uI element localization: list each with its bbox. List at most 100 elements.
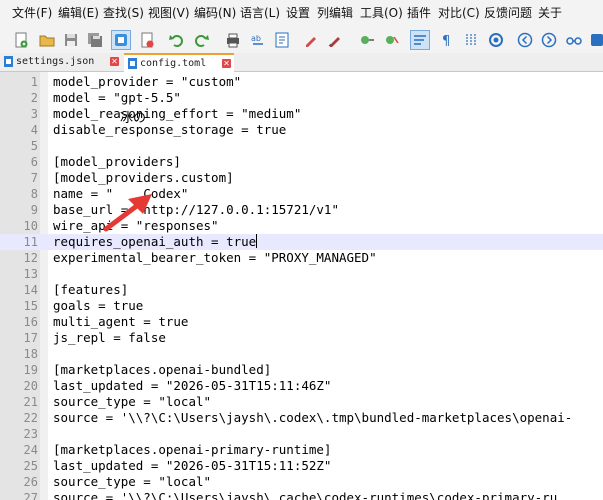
- line-number: 18: [23, 347, 38, 361]
- zoom-out-icon[interactable]: [326, 31, 344, 49]
- menu-column-edit[interactable]: 列编辑: [317, 6, 353, 20]
- zoom-in-icon[interactable]: [302, 31, 320, 49]
- tab-close-button[interactable]: ✕: [222, 59, 231, 68]
- code-text[interactable]: source_type = "local": [53, 474, 211, 490]
- code-text[interactable]: model_reasoning_effort = "medium": [53, 106, 301, 122]
- code-text[interactable]: model = "gpt-5.5": [53, 90, 181, 106]
- code-line[interactable]: 22 source = '\\?\C:\Users\jaysh\.codex\.t…: [0, 410, 603, 426]
- code-text[interactable]: [model_providers]: [53, 154, 181, 170]
- redo-icon[interactable]: [192, 31, 210, 49]
- menu-find[interactable]: 查找(S): [103, 6, 144, 20]
- code-text[interactable]: goals = true: [53, 298, 143, 314]
- code-text[interactable]: base_url = "http://127.0.0.1:15721/v1": [53, 202, 339, 218]
- code-line[interactable]: 21 source_type = "local": [0, 394, 603, 410]
- code-line[interactable]: 16 multi_agent = true: [0, 314, 603, 330]
- print-icon[interactable]: [224, 31, 242, 49]
- code-text[interactable]: [marketplaces.openai-primary-runtime]: [53, 442, 331, 458]
- code-text[interactable]: multi_agent = true: [53, 314, 188, 330]
- code-line[interactable]: 20 last_updated = "2026-05-31T15:11:46Z": [0, 378, 603, 394]
- code-text[interactable]: js_repl = false: [53, 330, 166, 346]
- code-line[interactable]: 8 name = " Codex": [0, 186, 603, 202]
- menu-compare[interactable]: 对比(C): [438, 6, 480, 20]
- close-icon[interactable]: [111, 30, 131, 50]
- code-line[interactable]: 23: [0, 426, 603, 442]
- code-line[interactable]: 6 [model_providers]: [0, 154, 603, 170]
- paste-icon[interactable]: [383, 31, 401, 49]
- tab-label: config.toml: [140, 58, 207, 69]
- code-text[interactable]: [model_providers.custom]: [53, 170, 234, 186]
- code-line[interactable]: 24 [marketplaces.openai-primary-runtime]: [0, 442, 603, 458]
- code-text[interactable]: source = '\\?\C:\Users\jaysh\.cache\code…: [53, 490, 557, 500]
- code-text[interactable]: requires_openai_auth = true: [53, 234, 258, 250]
- macro-record-icon[interactable]: [487, 31, 505, 49]
- cut-icon[interactable]: [358, 31, 376, 49]
- menu-view[interactable]: 视图(V): [148, 6, 190, 20]
- code-line[interactable]: 7 [model_providers.custom]: [0, 170, 603, 186]
- tab-close-button[interactable]: ✕: [110, 57, 119, 66]
- line-number: 14: [23, 283, 38, 297]
- code-line[interactable]: 19 [marketplaces.openai-bundled]: [0, 362, 603, 378]
- show-all-chars-icon[interactable]: ¶: [437, 31, 455, 49]
- new-file-icon[interactable]: [12, 31, 30, 49]
- macro-forward-icon[interactable]: [540, 31, 558, 49]
- tab-config-toml[interactable]: config.toml ✕: [124, 53, 234, 72]
- indent-guide-icon[interactable]: [462, 31, 480, 49]
- menu-feedback[interactable]: 反馈问题: [484, 6, 532, 20]
- open-file-icon[interactable]: [38, 31, 56, 49]
- line-number: 12: [23, 251, 38, 265]
- save-all-icon[interactable]: [86, 31, 104, 49]
- code-text[interactable]: last_updated = "2026-05-31T15:11:52Z": [53, 458, 331, 474]
- menu-file[interactable]: 文件(F): [12, 6, 52, 20]
- code-line[interactable]: 17 js_repl = false: [0, 330, 603, 346]
- code-text[interactable]: name = " Codex": [53, 186, 188, 202]
- find-icon[interactable]: ab: [249, 31, 267, 49]
- menu-edit[interactable]: 编辑(E): [58, 6, 99, 20]
- code-line[interactable]: 14 [features]: [0, 282, 603, 298]
- line-number: 13: [23, 267, 38, 281]
- code-text[interactable]: last_updated = "2026-05-31T15:11:46Z": [53, 378, 331, 394]
- wrap-icon[interactable]: [410, 30, 430, 50]
- code-line[interactable]: 4 disable_response_storage = true: [0, 122, 603, 138]
- menu-tools[interactable]: 工具(O): [360, 6, 403, 20]
- code-text[interactable]: [features]: [53, 282, 128, 298]
- annotation-text: 冰の: [120, 111, 147, 126]
- code-text[interactable]: model_provider = "custom": [53, 74, 241, 90]
- code-line[interactable]: 10 wire_api = "responses": [0, 218, 603, 234]
- code-line[interactable]: 13: [0, 266, 603, 282]
- text-caret: [256, 234, 258, 248]
- code-line[interactable]: 3 model_reasoning_effort = "medium": [0, 106, 603, 122]
- line-number: 26: [23, 475, 38, 489]
- code-text[interactable]: source = '\\?\C:\Users\jaysh\.codex\.tmp…: [53, 410, 572, 426]
- code-line[interactable]: 18: [0, 346, 603, 362]
- code-line[interactable]: 25 last_updated = "2026-05-31T15:11:52Z": [0, 458, 603, 474]
- macro-save-icon[interactable]: [588, 31, 603, 49]
- replace-icon[interactable]: [273, 31, 291, 49]
- code-line[interactable]: 9 base_url = "http://127.0.0.1:15721/v1": [0, 202, 603, 218]
- menu-language[interactable]: 语言(L): [240, 6, 280, 20]
- code-text[interactable]: [marketplaces.openai-bundled]: [53, 362, 271, 378]
- file-icon: [127, 58, 138, 69]
- code-text[interactable]: experimental_bearer_token = "PROXY_MANAG…: [53, 250, 377, 266]
- code-editor[interactable]: 1 model_provider = "custom" 2 model = "gpt-…: [0, 72, 603, 500]
- macro-play-icon[interactable]: [565, 31, 583, 49]
- code-line[interactable]: 1 model_provider = "custom": [0, 74, 603, 90]
- macro-back-icon[interactable]: [516, 31, 534, 49]
- code-line[interactable]: 5: [0, 138, 603, 154]
- code-line[interactable]: 27 source = '\\?\C:\Users\jaysh\.cache\co…: [0, 490, 603, 500]
- menu-about[interactable]: 关于: [538, 6, 562, 20]
- undo-icon[interactable]: [168, 31, 186, 49]
- menu-settings[interactable]: 设置: [286, 6, 310, 20]
- menu-encoding[interactable]: 编码(N): [194, 6, 236, 20]
- code-text[interactable]: source_type = "local": [53, 394, 211, 410]
- code-line[interactable]: 2 model = "gpt-5.5": [0, 90, 603, 106]
- code-text[interactable]: wire_api = "responses": [53, 218, 219, 234]
- code-text[interactable]: disable_response_storage = true: [53, 122, 286, 138]
- save-icon[interactable]: [62, 31, 80, 49]
- code-line[interactable]: 15 goals = true: [0, 298, 603, 314]
- code-line[interactable]: 12 experimental_bearer_token = "PROXY_MAN…: [0, 250, 603, 266]
- code-line[interactable]: 11 requires_openai_auth = true: [0, 234, 603, 250]
- menu-plugins[interactable]: 插件: [407, 6, 431, 20]
- code-line[interactable]: 26 source_type = "local": [0, 474, 603, 490]
- tab-settings-json[interactable]: settings.json ✕: [0, 53, 122, 71]
- close-all-icon[interactable]: [138, 31, 156, 49]
